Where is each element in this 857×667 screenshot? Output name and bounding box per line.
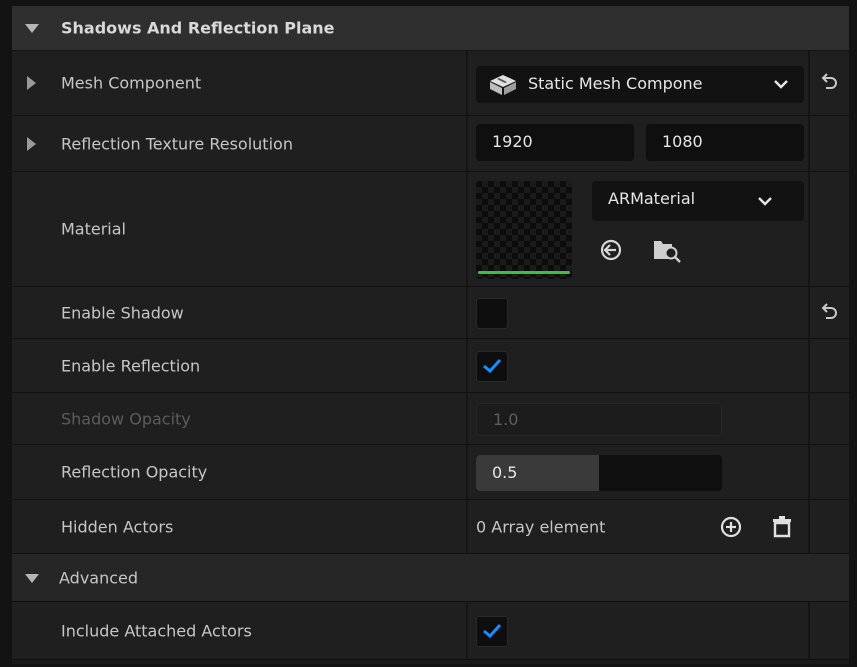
property-row-shadow-opacity: Shadow Opacity 1.0 [12, 393, 849, 445]
expand-arrow-icon[interactable] [27, 76, 36, 90]
property-row-hidden-actors: Hidden Actors 0 Array element [12, 500, 849, 554]
resolution-width-field[interactable]: 1920 [476, 124, 634, 161]
browse-asset-icon[interactable] [652, 237, 682, 263]
mesh-component-value: Static Mesh Compone [528, 74, 703, 93]
chevron-down-icon [774, 80, 788, 89]
reset-to-default-icon[interactable] [817, 73, 839, 93]
property-label: Reflection Texture Resolution [61, 134, 293, 153]
thumbnail-underline [478, 271, 570, 274]
property-row-include-attached-actors: Include Attached Actors [12, 602, 849, 660]
reflection-opacity-slider[interactable]: 0.5 [476, 455, 722, 491]
checkmark-icon [483, 623, 502, 638]
trash-icon[interactable] [771, 515, 793, 539]
details-panel: Shadows And Reflection Plane Mesh Compon… [12, 6, 849, 664]
property-row-reflection-texture-resolution: Reflection Texture Resolution 1920 1080 [12, 116, 849, 172]
property-label: Reflection Opacity [61, 462, 208, 482]
resolution-height-value: 1080 [662, 132, 703, 151]
static-mesh-icon [490, 75, 516, 95]
add-element-icon[interactable] [720, 516, 742, 538]
enable-shadow-checkbox[interactable] [476, 297, 508, 329]
shadow-opacity-field: 1.0 [476, 403, 722, 436]
mesh-component-dropdown[interactable]: Static Mesh Compone [476, 66, 804, 103]
expand-arrow-icon[interactable] [27, 136, 36, 151]
expand-arrow-icon[interactable] [25, 24, 39, 33]
property-label: Mesh Component [61, 73, 202, 93]
chevron-down-icon [758, 197, 772, 206]
property-label: Include Attached Actors [61, 621, 252, 640]
property-label: Shadow Opacity [61, 409, 191, 428]
material-dropdown[interactable]: ARMaterial [592, 181, 804, 221]
property-row-material: Material ARMaterial [12, 172, 849, 287]
property-row-mesh-component: Mesh Component Static Mesh Compone [12, 51, 849, 116]
hidden-actors-value: 0 Array element [476, 517, 606, 536]
reset-to-default-icon[interactable] [817, 302, 839, 323]
property-row-reflection-opacity: Reflection Opacity 0.5 [12, 445, 849, 500]
expand-arrow-icon[interactable] [25, 573, 39, 583]
section-header[interactable]: Shadows And Reflection Plane [12, 6, 849, 51]
property-label: Enable Shadow [61, 303, 184, 322]
material-thumbnail[interactable] [476, 181, 572, 279]
shadow-opacity-value: 1.0 [493, 410, 519, 429]
property-label: Material [61, 219, 126, 239]
include-attached-actors-checkbox[interactable] [476, 615, 508, 647]
property-label: Hidden Actors [61, 517, 174, 536]
property-label: Enable Reflection [61, 356, 201, 375]
section-title: Advanced [59, 568, 139, 587]
checkmark-icon [483, 358, 502, 373]
material-value: ARMaterial [608, 189, 696, 208]
use-selected-asset-icon[interactable] [600, 239, 622, 261]
reflection-opacity-value: 0.5 [492, 463, 518, 482]
advanced-section-header[interactable]: Advanced [12, 554, 849, 602]
property-row-enable-shadow: Enable Shadow [12, 287, 849, 339]
section-title: Shadows And Reflection Plane [61, 18, 335, 38]
resolution-width-value: 1920 [492, 132, 533, 151]
property-row-enable-reflection: Enable Reflection [12, 339, 849, 393]
enable-reflection-checkbox[interactable] [476, 350, 508, 382]
resolution-height-field[interactable]: 1080 [646, 124, 804, 161]
